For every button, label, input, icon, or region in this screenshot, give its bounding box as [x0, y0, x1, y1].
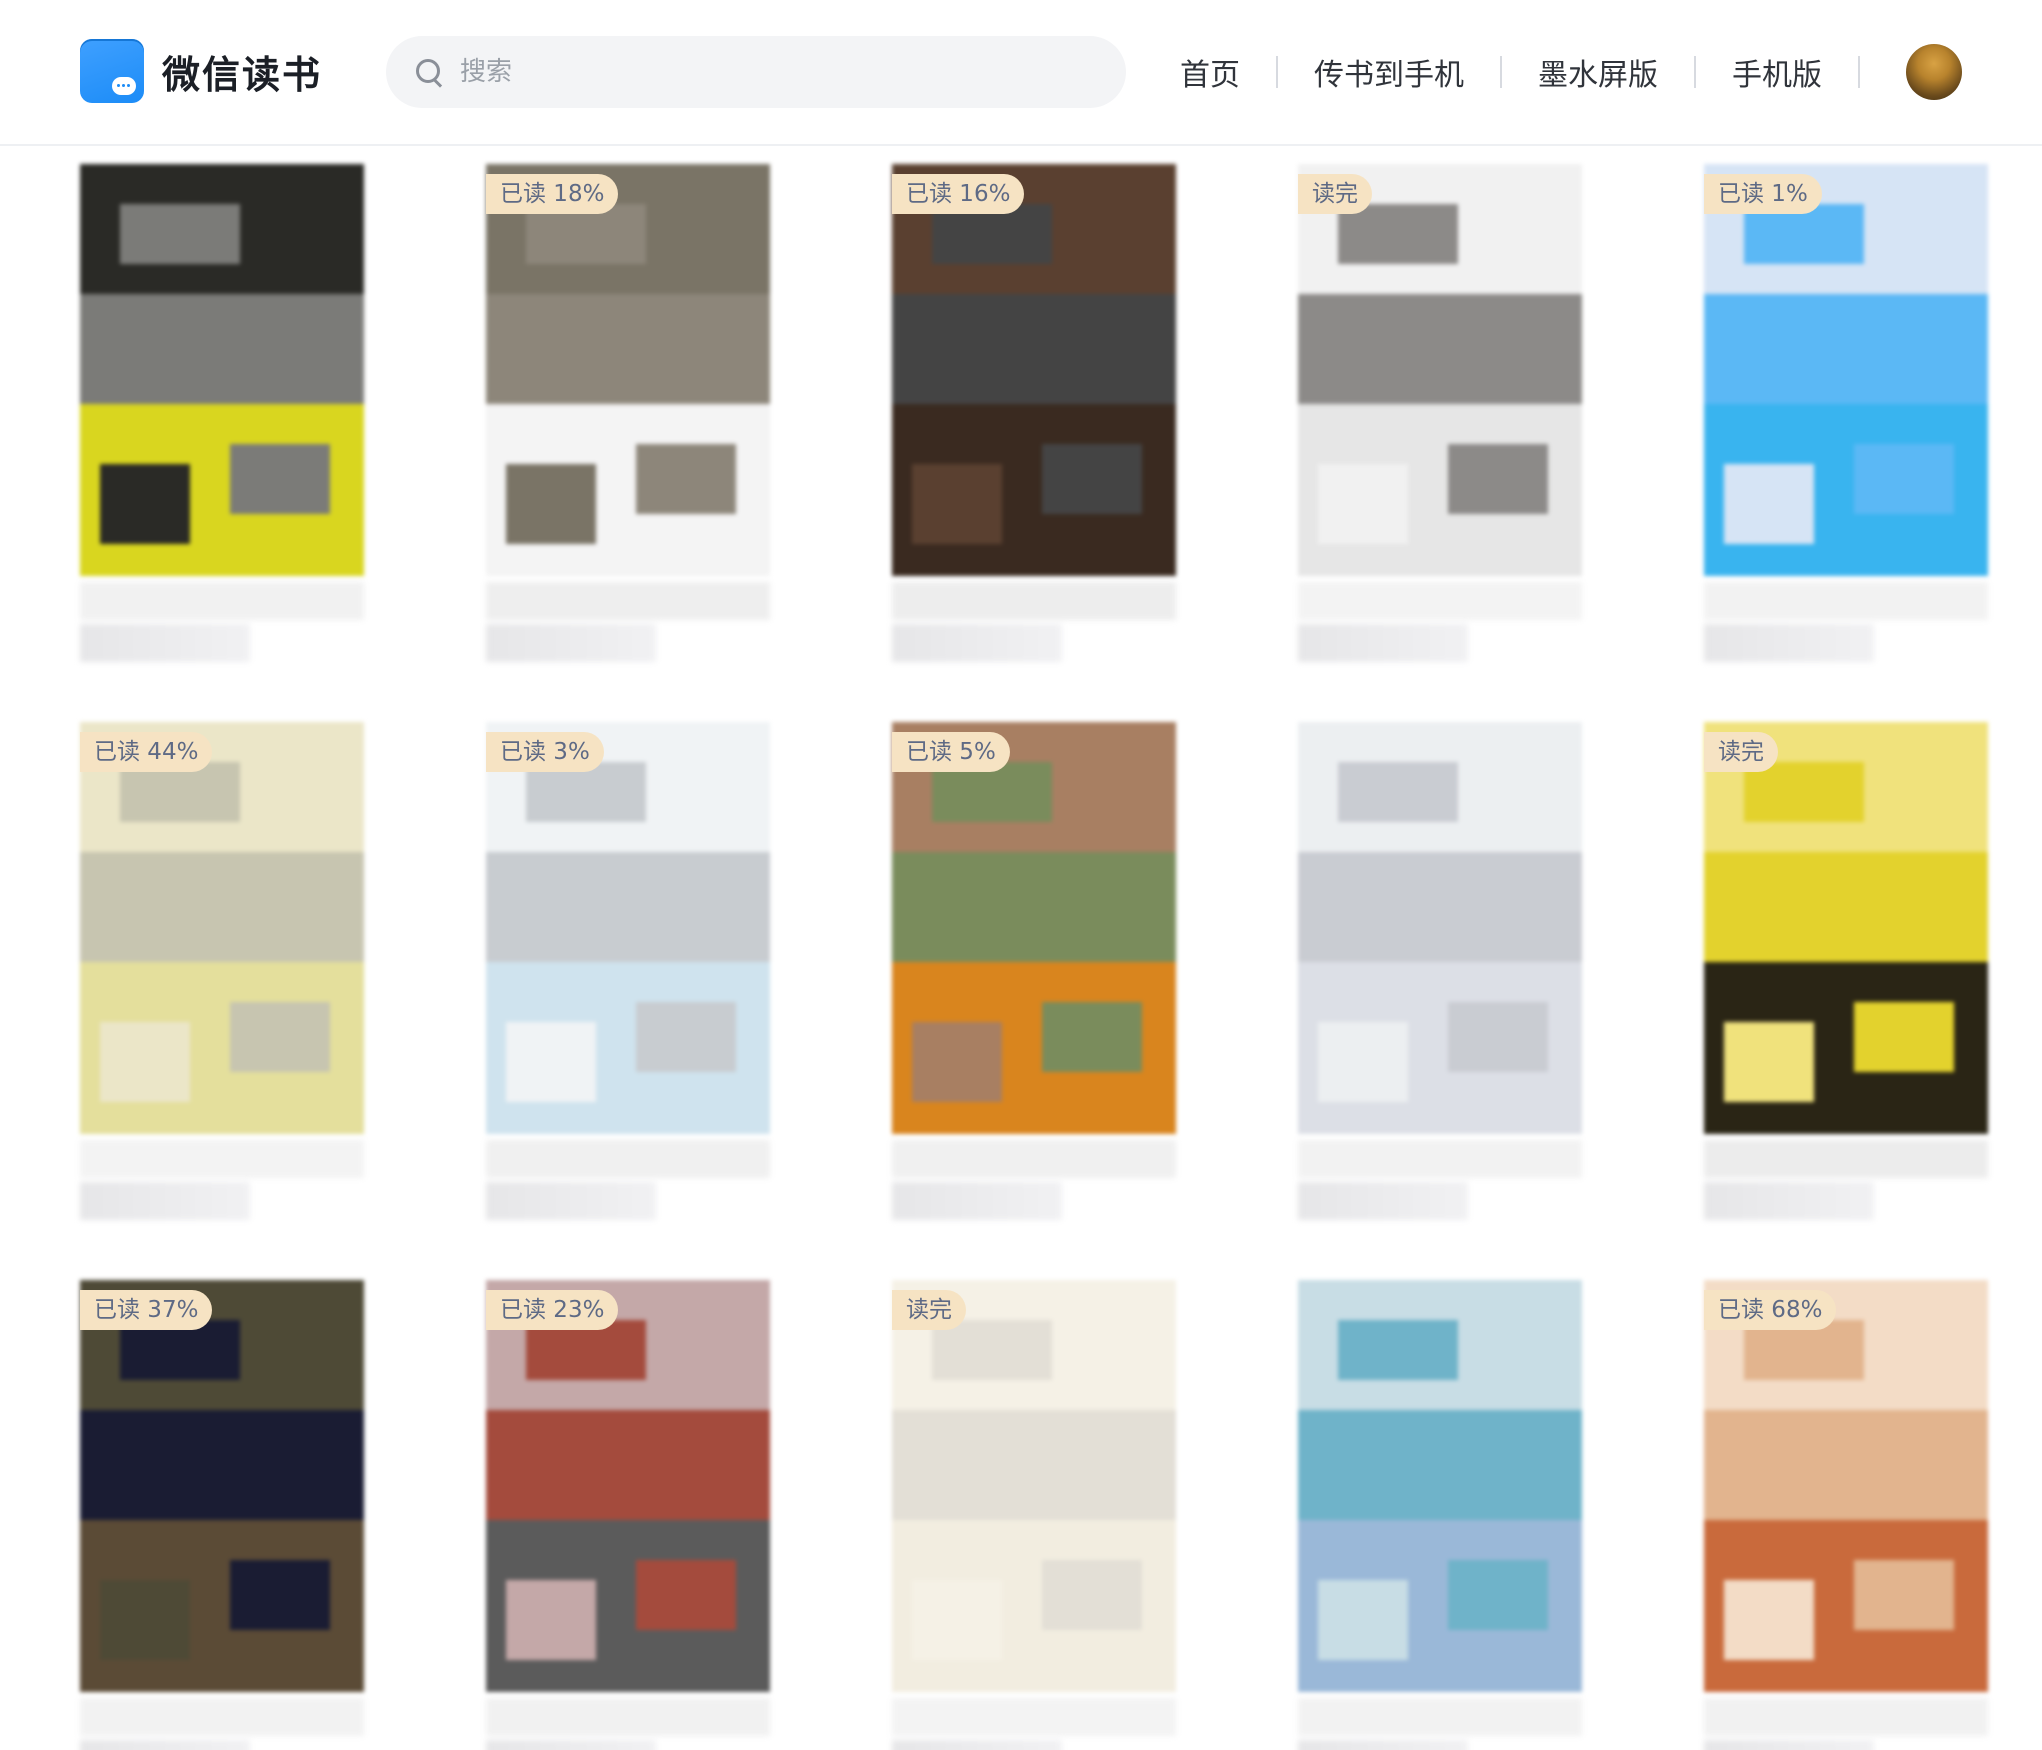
- reading-progress-badge: 已读 68%: [1704, 1290, 1837, 1330]
- book-meta-blurred: [80, 1698, 364, 1750]
- book-item[interactable]: [80, 164, 380, 664]
- book-item[interactable]: 已读 3%: [486, 722, 786, 1222]
- book-item[interactable]: 已读 18%: [486, 164, 786, 664]
- book-meta-blurred: [80, 582, 364, 666]
- nav-eink-version[interactable]: 墨水屏版: [1538, 50, 1658, 94]
- book-meta-blurred: [486, 1140, 770, 1224]
- book-item[interactable]: 读完: [1704, 722, 2004, 1222]
- reading-progress-badge: 已读 3%: [486, 732, 604, 772]
- book-shelf: 已读 18% 已读 16% 读完 已读 1% 已读 44% 已读 3% 已读 5% 读完 已读 …: [0, 144, 2042, 1750]
- book-item[interactable]: 已读 68%: [1704, 1280, 2004, 1750]
- chat-bubble-icon: [112, 77, 136, 95]
- book-meta-blurred: [1704, 582, 1988, 666]
- reading-progress-badge: 已读 1%: [1704, 174, 1822, 214]
- book-cover: [1704, 1280, 1988, 1692]
- top-bar: 微信读书 首页 传书到手机 墨水屏版 手机版: [0, 0, 2042, 146]
- reading-progress-badge: 已读 5%: [892, 732, 1010, 772]
- book-item[interactable]: [1298, 722, 1598, 1222]
- reading-progress-badge: 已读 23%: [486, 1290, 619, 1330]
- reading-progress-badge: 读完: [1704, 732, 1778, 772]
- book-cover: [892, 1280, 1176, 1692]
- user-avatar[interactable]: [1906, 44, 1962, 100]
- book-cover: [486, 164, 770, 576]
- book-item[interactable]: 已读 37%: [80, 1280, 380, 1750]
- book-cover: [80, 164, 364, 576]
- reading-progress-badge: 已读 18%: [486, 174, 619, 214]
- book-meta-blurred: [1298, 1140, 1582, 1224]
- search-bar[interactable]: [386, 36, 1126, 108]
- book-item[interactable]: 已读 1%: [1704, 164, 2004, 664]
- book-item[interactable]: 读完: [1298, 164, 1598, 664]
- nav-upload-to-phone[interactable]: 传书到手机: [1314, 50, 1464, 94]
- nav-home[interactable]: 首页: [1180, 50, 1240, 94]
- book-meta-blurred: [1298, 582, 1582, 666]
- book-cover: [892, 722, 1176, 1134]
- top-nav: 首页 传书到手机 墨水屏版 手机版: [1180, 44, 1896, 100]
- book-cover: [1704, 722, 1988, 1134]
- search-input[interactable]: [458, 56, 1082, 88]
- book-meta-blurred: [1298, 1698, 1582, 1750]
- book-cover: [1298, 722, 1582, 1134]
- book-meta-blurred: [1704, 1698, 1988, 1750]
- book-cover: [1298, 1280, 1582, 1692]
- book-item[interactable]: 读完: [892, 1280, 1192, 1750]
- book-meta-blurred: [1704, 1140, 1988, 1224]
- book-meta-blurred: [892, 1698, 1176, 1750]
- app-logo[interactable]: 微信读书: [80, 38, 322, 104]
- book-item[interactable]: 已读 5%: [892, 722, 1192, 1222]
- nav-mobile-version[interactable]: 手机版: [1732, 50, 1822, 94]
- book-cover: [486, 1280, 770, 1692]
- book-meta-blurred: [80, 1140, 364, 1224]
- book-cover: [80, 1280, 364, 1692]
- book-meta-blurred: [892, 1140, 1176, 1224]
- nav-divider: [1500, 56, 1502, 88]
- nav-divider: [1276, 56, 1278, 88]
- bookshelf-page: 微信读书 首页 传书到手机 墨水屏版 手机版 已读 18%已读 16%读完已读 …: [0, 0, 2042, 1750]
- book-cover: [80, 722, 364, 1134]
- nav-divider: [1694, 56, 1696, 88]
- book-item[interactable]: 已读 16%: [892, 164, 1192, 664]
- reading-progress-badge: 已读 16%: [892, 174, 1025, 214]
- book-meta-blurred: [892, 582, 1176, 666]
- book-item[interactable]: 已读 44%: [80, 722, 380, 1222]
- book-item[interactable]: 已读 23%: [486, 1280, 786, 1750]
- book-meta-blurred: [486, 582, 770, 666]
- book-cover: [1298, 164, 1582, 576]
- book-item[interactable]: [1298, 1280, 1598, 1750]
- book-cover: [892, 164, 1176, 576]
- book-meta-blurred: [486, 1698, 770, 1750]
- weread-logo-icon: [80, 39, 144, 103]
- reading-progress-badge: 读完: [892, 1290, 966, 1330]
- reading-progress-badge: 已读 37%: [80, 1290, 213, 1330]
- reading-progress-badge: 读完: [1298, 174, 1372, 214]
- nav-divider: [1858, 56, 1860, 88]
- app-title: 微信读书: [162, 51, 323, 97]
- book-cover: [486, 722, 770, 1134]
- reading-progress-badge: 已读 44%: [80, 732, 213, 772]
- search-icon: [414, 57, 444, 87]
- book-cover: [1704, 164, 1988, 576]
